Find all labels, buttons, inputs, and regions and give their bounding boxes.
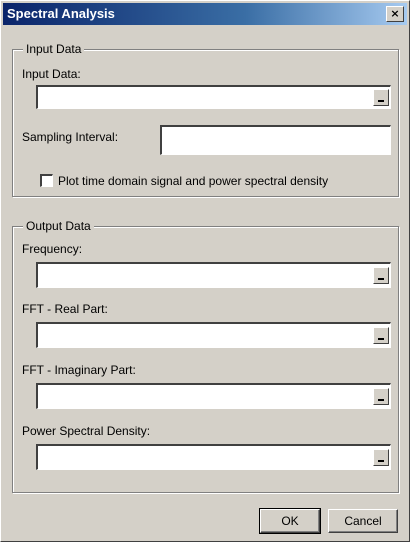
frequency-input[interactable] (38, 264, 368, 287)
close-icon: × (390, 7, 400, 20)
psd-input[interactable] (38, 446, 368, 469)
input-data-group-legend: Input Data (23, 42, 85, 56)
ref-select-icon (378, 460, 384, 462)
input-data-ref-button[interactable] (373, 89, 389, 106)
ok-button[interactable]: OK (259, 508, 321, 534)
psd-ref-button[interactable] (373, 449, 389, 466)
frequency-ref-button[interactable] (373, 267, 389, 284)
output-data-group: Output Data Frequency: FFT - Real Part: … (12, 219, 399, 493)
input-data-input[interactable] (38, 87, 368, 108)
fft-real-input[interactable] (38, 324, 368, 347)
psd-field[interactable] (36, 444, 391, 470)
frequency-field[interactable] (36, 262, 391, 288)
ref-select-icon (378, 399, 384, 401)
sampling-interval-input[interactable] (162, 127, 390, 154)
fft-real-field[interactable] (36, 322, 391, 348)
input-data-label: Input Data: (22, 67, 81, 81)
fft-imaginary-ref-button[interactable] (373, 388, 389, 405)
fft-real-label: FFT - Real Part: (22, 302, 108, 316)
title-bar[interactable]: Spectral Analysis × (3, 3, 407, 25)
dialog-title: Spectral Analysis (7, 6, 115, 21)
frequency-label: Frequency: (22, 242, 83, 256)
spectral-analysis-dialog: Spectral Analysis × Input Data Input Dat… (0, 0, 410, 542)
output-data-group-legend: Output Data (23, 219, 94, 233)
input-data-field[interactable] (36, 85, 391, 109)
cancel-button[interactable]: Cancel (328, 509, 398, 533)
fft-imaginary-label: FFT - Imaginary Part: (22, 363, 136, 377)
close-button[interactable]: × (386, 6, 404, 22)
plot-checkbox[interactable] (40, 174, 53, 187)
fft-real-ref-button[interactable] (373, 327, 389, 344)
ref-select-icon (378, 338, 384, 340)
ref-select-icon (378, 100, 384, 102)
sampling-interval-label: Sampling Interval: (22, 130, 119, 144)
plot-checkbox-label[interactable]: Plot time domain signal and power spectr… (58, 174, 328, 188)
sampling-interval-field[interactable] (160, 125, 391, 155)
input-data-group: Input Data Input Data: Sampling Interval… (12, 42, 399, 197)
fft-imaginary-input[interactable] (38, 385, 368, 408)
psd-label: Power Spectral Density: (22, 424, 151, 438)
ref-select-icon (378, 278, 384, 280)
fft-imaginary-field[interactable] (36, 383, 391, 409)
